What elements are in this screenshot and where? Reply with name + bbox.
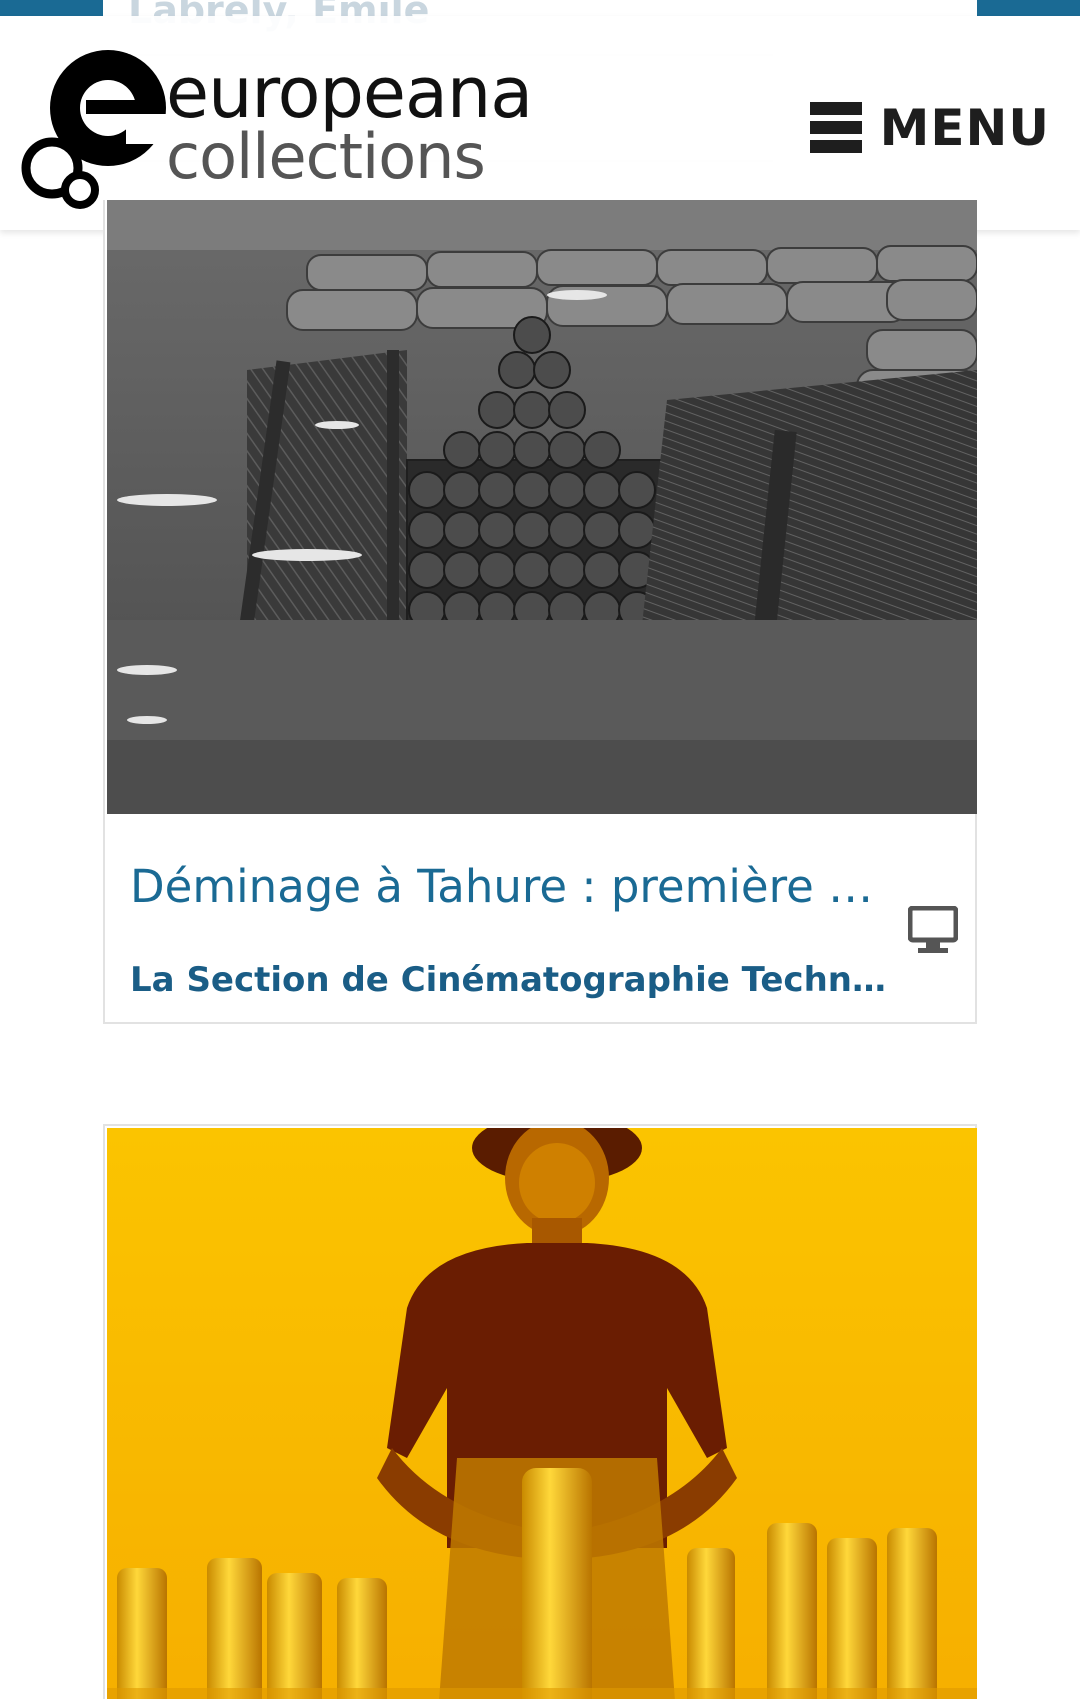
result-thumbnail[interactable] <box>107 1128 977 1699</box>
result-title-link[interactable]: Déminage à Tahure : première e… <box>130 860 890 913</box>
result-thumbnail[interactable] <box>107 200 977 814</box>
brand-subtitle[interactable]: collections <box>166 126 486 188</box>
menu-button[interactable]: MENU <box>810 88 1050 168</box>
menu-label: MENU <box>879 99 1050 157</box>
result-card[interactable] <box>103 1124 977 1699</box>
monitor-icon <box>908 906 958 953</box>
brand-name[interactable]: europeana <box>166 58 533 128</box>
result-card[interactable]: Déminage à Tahure : première e… La Secti… <box>103 200 977 1024</box>
hamburger-icon <box>810 102 862 154</box>
europeana-logo-icon[interactable] <box>18 38 168 218</box>
result-provider[interactable]: La Section de Cinématographie Techniq… <box>130 960 890 1000</box>
site-header: europeana collections MENU <box>0 16 1080 230</box>
